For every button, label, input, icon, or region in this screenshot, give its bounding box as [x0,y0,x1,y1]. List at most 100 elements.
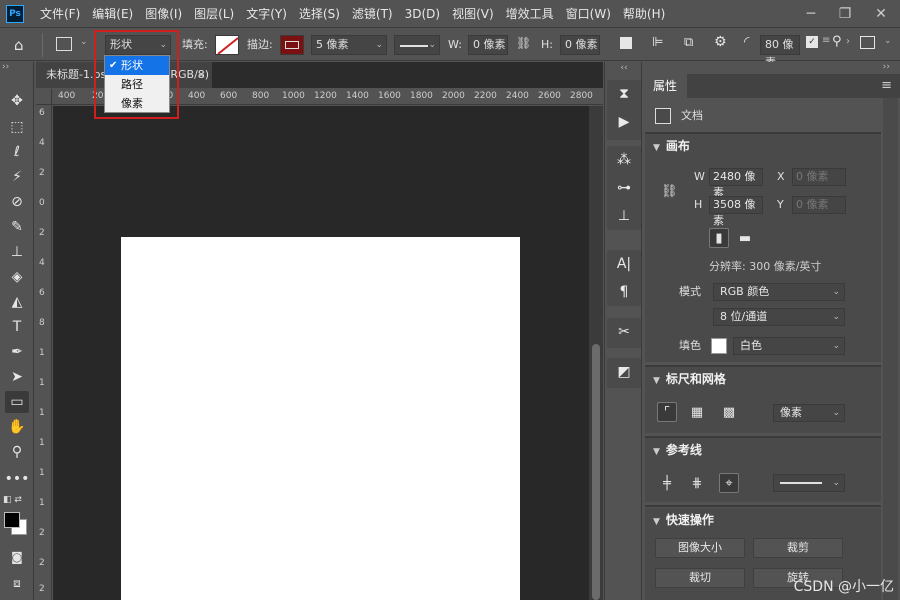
move-tool-icon[interactable]: ✥ [5,90,29,112]
smart-guides-icon[interactable]: ⌖ [719,473,739,493]
width-input[interactable]: 0 像素 [468,35,508,55]
radius-input[interactable]: 80 像素 [760,35,800,69]
bit-depth-select[interactable]: 8 位/通道 ⌄ [713,308,845,326]
fill-select[interactable]: 白色 ⌄ [733,337,845,355]
stroke-width-input[interactable]: 5 像素 ⌄ [311,35,387,55]
paragraph-icon[interactable]: ¶ [607,278,641,306]
lasso-tool-icon[interactable]: ℓ [5,141,29,163]
history-icon[interactable]: ⧗ [607,80,641,108]
menu-edit[interactable]: 编辑(E) [86,0,139,28]
menu-layer[interactable]: 图层(L) [188,0,240,28]
color-mode-select[interactable]: RGB 颜色 ⌄ [713,283,845,301]
stroke-type-select[interactable]: ⌄ [394,35,440,55]
eyedropper-tool-icon[interactable]: ⊘ [5,191,29,213]
portrait-orientation-icon[interactable]: ▮ [709,228,729,248]
clone-source-icon[interactable]: ⊥ [607,202,641,230]
dropdown-option-path[interactable]: 路径 [105,75,169,94]
canvas-section-title[interactable]: ▼ 画布 [653,134,690,158]
path-alignment-icon[interactable]: ⊫ [652,35,663,50]
pen-tool-icon[interactable]: ✒ [5,341,29,363]
more-tools-icon[interactable]: ••• [5,468,30,490]
canvas-height-input[interactable]: 3508 像素 [709,196,763,227]
guides-toggle-icon[interactable]: ╪ [657,473,677,493]
close-icon[interactable]: × [197,62,206,88]
chevron-right-icon[interactable]: › [846,36,850,47]
guide-style-select[interactable]: ⌄ [773,474,845,492]
image-size-button[interactable]: 图像大小 [655,538,745,558]
marquee-tool-icon[interactable]: ⬚ [5,116,29,138]
path-arrangement-icon[interactable]: ⧉ [684,35,693,50]
chevron-down-icon[interactable]: ⌄ [884,36,892,46]
fill-color-swatch[interactable] [711,338,727,354]
panel-menu-icon[interactable]: ≡ [881,78,892,93]
quick-mask-icon[interactable]: ◙ [5,546,29,568]
search-icon[interactable]: ⚲ [832,34,842,49]
stroke-swatch[interactable] [280,35,304,55]
collapse-arrows-icon[interactable]: ›› [2,62,9,72]
path-selection-tool-icon[interactable]: ➤ [5,366,29,388]
lock-guides-icon[interactable]: ⋕ [687,473,707,493]
rectangle-tool-icon[interactable]: ▭ [5,391,29,413]
screen-mode-icon[interactable]: ⧈ [5,572,29,594]
menu-select[interactable]: 选择(S) [293,0,346,28]
tab-properties[interactable]: 属性 [643,74,688,98]
actions-play-icon[interactable]: ▶ [607,108,641,136]
canvas-workspace[interactable] [53,106,589,600]
minimize-icon[interactable]: ─ [796,0,826,28]
canvas-width-input[interactable]: 2480 像素 [709,168,763,199]
foreground-color-swatch[interactable] [4,512,20,528]
menu-help[interactable]: 帮助(H) [617,0,671,28]
magic-wand-tool-icon[interactable]: ⚡ [5,166,29,188]
canvas-y-input[interactable]: 0 像素 [792,196,846,214]
workspace-icon[interactable] [860,36,875,49]
type-tool-icon[interactable]: T [5,316,29,338]
vertical-ruler[interactable]: 6 4 2 0 2 4 6 8 1 1 1 1 1 1 2 2 2 [36,105,52,600]
document-canvas[interactable] [121,237,520,600]
menu-filter[interactable]: 滤镜(T) [346,0,399,28]
menu-view[interactable]: 视图(V) [446,0,500,28]
eraser-tool-icon[interactable]: ◈ [5,266,29,288]
canvas-x-input[interactable]: 0 像素 [792,168,846,186]
height-input[interactable]: 0 像素 [560,35,600,55]
menu-image[interactable]: 图像(I) [139,0,188,28]
close-icon[interactable]: ✕ [866,0,896,28]
rectangle-tool-preset-icon[interactable] [56,37,72,51]
path-operations-icon[interactable] [620,37,632,49]
guides-section-title[interactable]: ▼ 参考线 [653,438,702,462]
properties-scrollbar[interactable] [883,98,898,600]
menu-type[interactable]: 文字(Y) [240,0,293,28]
pixel-grid-icon[interactable]: ▩ [719,402,739,422]
gear-icon[interactable]: ⚙ [714,34,727,50]
dropdown-option-shape[interactable]: ✔ 形状 [105,56,169,75]
brush-settings-icon[interactable]: ⁂ [607,146,641,174]
link-icon[interactable]: ⛓ [516,36,531,50]
artboard-icon[interactable]: ◩ [607,358,641,386]
corner-radius-icon[interactable]: ◜ [744,34,749,50]
rulers-grids-section-title[interactable]: ▼ 标尺和网格 [653,367,726,391]
crop-button[interactable]: 裁剪 [753,538,843,558]
menu-plugins[interactable]: 增效工具 [500,0,560,28]
collapse-arrows-icon[interactable]: ‹‹ [605,62,643,74]
hand-tool-icon[interactable]: ✋ [5,416,29,438]
grid-toggle-icon[interactable]: ▦ [687,402,707,422]
align-edges-checkbox[interactable]: ✓ [806,36,818,48]
chevron-down-icon[interactable]: ⌄ [80,37,88,47]
link-dimensions-icon[interactable]: ⛓ [661,184,678,199]
fill-swatch[interactable] [215,35,239,55]
quick-actions-section-title[interactable]: ▼ 快速操作 [653,508,714,532]
zoom-tool-icon[interactable]: ⚲ [5,441,29,463]
landscape-orientation-icon[interactable]: ▬ [735,228,755,248]
scissors-icon[interactable]: ✂ [607,318,641,346]
menu-3d[interactable]: 3D(D) [399,0,446,28]
adjustments-icon[interactable]: ⊶ [607,174,641,202]
home-icon[interactable]: ⌂ [14,36,24,54]
vertical-scrollbar[interactable] [589,106,603,600]
menu-window[interactable]: 窗口(W) [560,0,617,28]
brush-tool-icon[interactable]: ✎ [5,216,29,238]
collapse-arrows-icon[interactable]: ›› [883,62,890,72]
dropdown-option-pixels[interactable]: 像素 [105,94,169,113]
paint-bucket-tool-icon[interactable]: ◭ [5,291,29,313]
shape-mode-select[interactable]: 形状 ⌄ [105,35,171,55]
character-icon[interactable]: A| [607,250,641,278]
trim-button[interactable]: 裁切 [655,568,745,588]
